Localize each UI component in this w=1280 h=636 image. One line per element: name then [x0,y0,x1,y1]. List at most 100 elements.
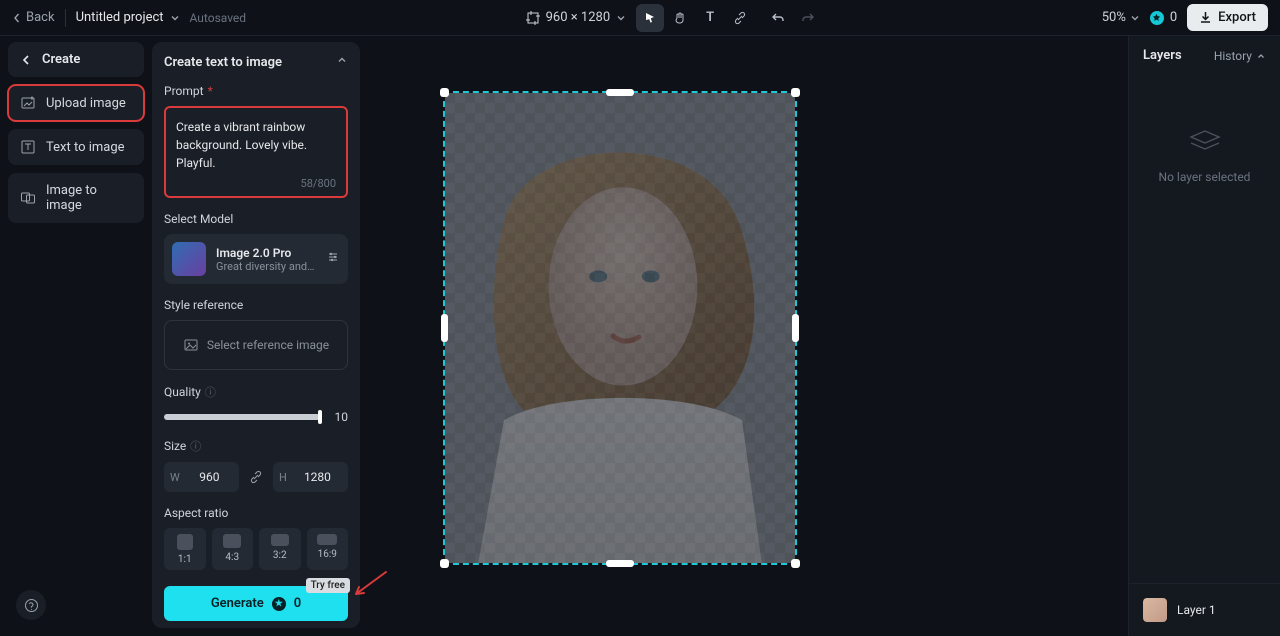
create-header[interactable]: Create [8,42,144,77]
resize-handle-se[interactable] [791,559,800,568]
tool-group: T [636,4,754,32]
image-to-image-icon [20,190,36,206]
credit-icon [1150,11,1164,25]
back-label: Back [26,10,55,25]
aspect-1-1[interactable]: 1:1 [164,528,206,570]
model-selector[interactable]: Image 2.0 Pro Great diversity and p… [164,234,348,284]
width-input[interactable]: W 960 [164,462,239,492]
prompt-label: Prompt* [164,84,348,98]
text-tool[interactable]: T [696,4,724,32]
crop-icon [526,11,540,25]
undo-button[interactable] [764,4,792,32]
aspect-ratio-label: Aspect ratio [164,506,348,520]
right-panel: Layers History No layer selected Layer 1 [1128,36,1280,636]
selection-frame[interactable] [443,91,797,565]
quality-label: Qualityⓘ [164,384,348,400]
resize-handle-nw[interactable] [440,88,449,97]
mode-label: Image to image [46,183,132,213]
redo-button[interactable] [794,4,822,32]
link-tool[interactable] [726,4,754,32]
chevron-down-icon [616,13,626,23]
aspect-3-2[interactable]: 3:2 [259,528,301,570]
chevron-down-icon [170,13,180,23]
canvas-dimensions[interactable]: 960 × 1280 [526,10,627,25]
upload-image-icon [20,95,36,111]
layer-empty-state: No layer selected [1129,75,1280,583]
export-button[interactable]: Export [1187,4,1268,31]
top-bar: Back Untitled project Autosaved 960 × 12… [0,0,1280,36]
model-desc: Great diversity and p… [216,260,316,273]
height-input[interactable]: H 1280 [273,462,348,492]
link-icon [733,11,747,25]
redo-icon [801,11,815,25]
text-icon: T [706,10,714,25]
canvas[interactable] [360,36,1128,636]
aspect-16-9[interactable]: 16:9 [307,528,349,570]
layer-list: Layer 1 [1129,583,1280,636]
resize-handle-s[interactable] [606,560,634,567]
prompt-input[interactable]: Create a vibrant rainbow background. Lov… [164,106,348,198]
select-tool[interactable] [636,4,664,32]
layer-name: Layer 1 [1177,603,1216,617]
resize-handle-sw[interactable] [440,559,449,568]
model-label: Select Model [164,212,348,226]
prompt-text: Create a vibrant rainbow background. Lov… [176,118,336,172]
resize-handle-w[interactable] [441,314,448,342]
layer-thumb [1143,598,1167,622]
size-label: Sizeⓘ [164,438,348,454]
annotation-arrow-icon [350,570,388,600]
hand-tool[interactable] [666,4,694,32]
link-icon [249,470,263,484]
arrow-left-icon [20,53,34,67]
help-button[interactable] [16,590,46,620]
mode-label: Upload image [46,96,126,111]
chevron-down-icon [1130,13,1140,23]
layers-title: Layers [1143,48,1182,63]
mode-text-to-image[interactable]: Text to image [8,129,144,165]
chevron-up-icon [336,54,348,66]
mode-label: Text to image [46,140,125,155]
canvas-image [445,93,795,563]
divider [65,9,66,27]
char-count: 58/800 [301,177,336,190]
quality-value: 10 [330,410,348,424]
create-panel: Create text to image Prompt* Create a vi… [152,42,360,628]
hand-icon [673,11,687,25]
resize-handle-ne[interactable] [791,88,800,97]
empty-layer-icon [1187,125,1223,158]
try-free-badge: Try free [306,578,350,593]
model-settings[interactable] [326,250,340,268]
text-to-image-icon [20,139,36,155]
help-icon [24,598,39,613]
panel-title: Create text to image [164,55,282,70]
back-button[interactable]: Back [12,10,55,25]
mode-image-to-image[interactable]: Image to image [8,173,144,223]
autosave-status: Autosaved [190,11,247,25]
chevron-up-icon [1256,51,1266,61]
undo-icon [771,11,785,25]
history-group [764,4,822,32]
main: Create Upload image Text to image Image … [0,36,1280,636]
chevron-left-icon [12,13,22,23]
zoom-control[interactable]: 50% [1102,10,1140,25]
layer-item[interactable]: Layer 1 [1139,592,1270,628]
resize-handle-n[interactable] [606,89,634,96]
mode-upload-image[interactable]: Upload image [8,85,144,121]
history-button[interactable]: History [1214,49,1266,63]
link-dimensions[interactable] [245,470,267,484]
model-name: Image 2.0 Pro [216,246,316,260]
cursor-icon [643,11,657,25]
credit-icon: ★ [272,597,286,611]
credits-display[interactable]: 0 [1150,10,1177,25]
image-icon [183,337,199,353]
quality-slider[interactable] [164,414,320,420]
collapse-panel[interactable] [336,54,348,70]
sliders-icon [326,250,340,264]
style-label: Style reference [164,298,348,312]
left-column: Create Upload image Text to image Image … [0,36,152,636]
resize-handle-e[interactable] [792,314,799,342]
style-reference-picker[interactable]: Select reference image [164,320,348,370]
download-icon [1199,11,1212,24]
aspect-4-3[interactable]: 4:3 [212,528,254,570]
project-name[interactable]: Untitled project [76,10,180,25]
